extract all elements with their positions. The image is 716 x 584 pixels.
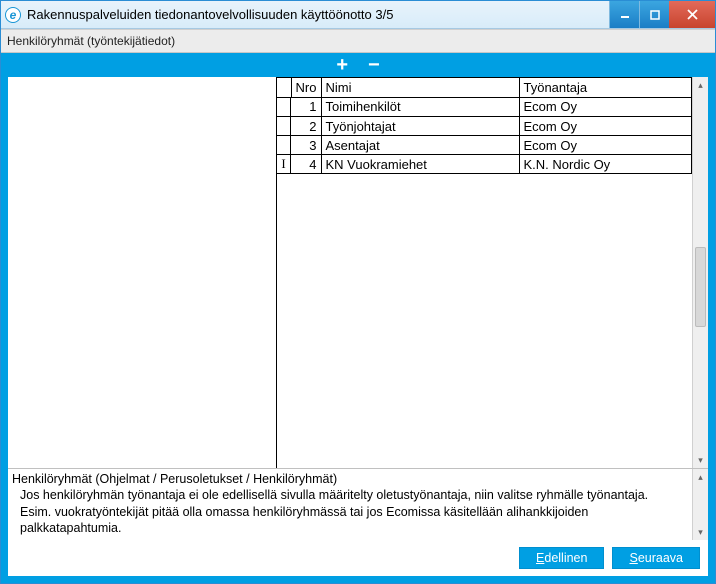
info-text: Henkilöryhmät (Ohjelmat / Perusoletukset… [8, 469, 692, 540]
wizard-window: e Rakennuspalveluiden tiedonantovelvolli… [0, 0, 716, 584]
row-marker-active: I [277, 155, 291, 174]
info-line: Jos henkilöryhmän työnantaja ei ole edel… [12, 487, 688, 503]
cell-nimi[interactable]: Asentajat [321, 136, 519, 155]
row-marker-header [277, 78, 291, 97]
panel-header: Henkilöryhmät (työntekijätiedot) [1, 29, 715, 53]
content-area: + − Nro Nimi Työnantaja [1, 53, 715, 583]
scroll-thumb[interactable] [695, 247, 706, 327]
titlebar[interactable]: e Rakennuspalveluiden tiedonantovelvolli… [1, 1, 715, 29]
row-marker [277, 98, 291, 117]
wizard-button-bar: Edellinen Seuraava [8, 540, 708, 576]
window-controls [609, 1, 715, 28]
remove-button[interactable]: − [368, 55, 380, 75]
close-button[interactable] [669, 1, 715, 28]
data-grid[interactable]: Nro Nimi Työnantaja 1 Toimihenkilöt Ecom… [276, 77, 692, 468]
cell-nimi[interactable]: Toimihenkilöt [321, 97, 519, 117]
info-panel: Henkilöryhmät (Ohjelmat / Perusoletukset… [8, 468, 708, 540]
col-header-nro[interactable]: Nro [291, 78, 321, 97]
grid-toolbar: + − [8, 53, 708, 77]
left-panel [8, 77, 276, 468]
cell-nimi[interactable]: KN Vuokramiehet [321, 155, 519, 174]
previous-button[interactable]: Edellinen [519, 547, 604, 569]
close-icon [687, 9, 698, 20]
grid-vertical-scrollbar[interactable]: ▴ ▾ [692, 77, 708, 468]
scroll-up-icon[interactable]: ▴ [693, 469, 708, 485]
cell-nro[interactable]: 4 [291, 155, 321, 174]
table-row[interactable]: I 4 KN Vuokramiehet K.N. Nordic Oy [277, 155, 692, 174]
cell-tyonantaja[interactable]: Ecom Oy [519, 97, 692, 117]
window-title: Rakennuspalveluiden tiedonantovelvollisu… [27, 7, 609, 22]
table-row[interactable]: 1 Toimihenkilöt Ecom Oy [277, 97, 692, 117]
button-label-rest: euraava [638, 551, 683, 565]
cell-nro[interactable]: 2 [291, 117, 321, 136]
next-button[interactable]: Seuraava [612, 547, 700, 569]
cell-tyonantaja[interactable]: Ecom Oy [519, 136, 692, 155]
header-row: Nro Nimi Työnantaja [277, 78, 692, 97]
app-icon: e [5, 7, 21, 23]
cell-nimi[interactable]: Työnjohtajat [321, 117, 519, 136]
info-line: Esim. vuokratyöntekijät pitää olla omass… [12, 504, 688, 537]
cell-nro[interactable]: 1 [291, 97, 321, 117]
row-marker [277, 117, 291, 136]
info-vertical-scrollbar[interactable]: ▴ ▾ [692, 469, 708, 540]
minimize-icon [620, 10, 630, 20]
cell-nro[interactable]: 3 [291, 136, 321, 155]
maximize-button[interactable] [639, 1, 669, 28]
table-row[interactable]: 2 Työnjohtajat Ecom Oy [277, 117, 692, 136]
table-row[interactable]: 3 Asentajat Ecom Oy [277, 136, 692, 155]
button-label-rest: dellinen [544, 551, 587, 565]
row-marker [277, 136, 291, 155]
maximize-icon [650, 10, 660, 20]
cell-tyonantaja[interactable]: K.N. Nordic Oy [519, 155, 692, 174]
minimize-button[interactable] [609, 1, 639, 28]
col-header-nimi[interactable]: Nimi [321, 78, 519, 97]
grid-area: Nro Nimi Työnantaja 1 Toimihenkilöt Ecom… [276, 77, 708, 468]
col-header-tyonantaja[interactable]: Työnantaja [519, 78, 692, 97]
mnemonic: S [629, 551, 637, 565]
scroll-down-icon[interactable]: ▾ [693, 524, 708, 540]
grid-container: Nro Nimi Työnantaja 1 Toimihenkilöt Ecom… [8, 77, 708, 468]
scroll-down-icon[interactable]: ▾ [693, 452, 708, 468]
info-title: Henkilöryhmät (Ohjelmat / Perusoletukset… [12, 471, 688, 487]
add-button[interactable]: + [336, 55, 348, 75]
scroll-up-icon[interactable]: ▴ [693, 77, 708, 93]
cell-tyonantaja[interactable]: Ecom Oy [519, 117, 692, 136]
